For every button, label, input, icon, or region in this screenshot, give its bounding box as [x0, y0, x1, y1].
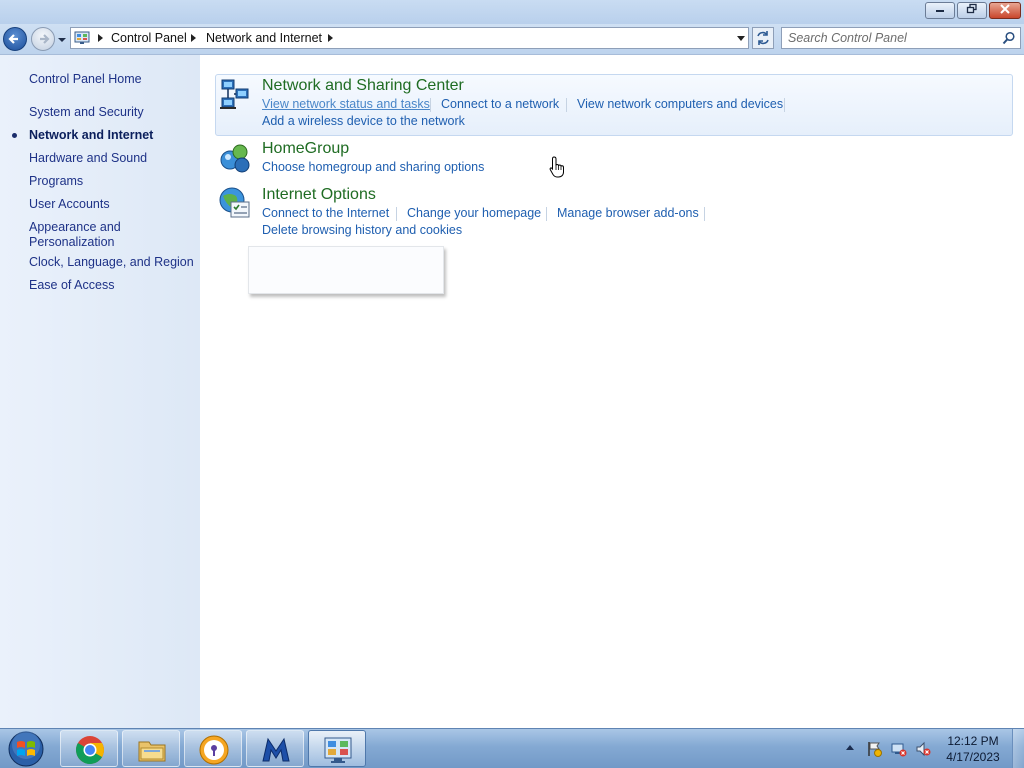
breadcrumb-separator[interactable] [191, 34, 196, 42]
taskbar-password-manager[interactable] [184, 730, 242, 767]
start-button[interactable] [4, 730, 48, 768]
link-separator [704, 207, 705, 221]
manage-addons-link[interactable]: Manage browser add-ons [557, 206, 699, 220]
link-separator [430, 98, 431, 112]
sidebar-item-system-and-security[interactable]: System and Security [29, 105, 144, 120]
current-item-bullet [12, 133, 17, 138]
malwarebytes-icon [262, 737, 290, 762]
volume-muted-icon[interactable] [915, 741, 931, 757]
taskbar-control-panel[interactable] [308, 730, 366, 767]
view-network-status-link[interactable]: View network status and tasks [262, 97, 430, 111]
breadcrumb-separator[interactable] [98, 34, 103, 42]
show-desktop-button[interactable] [1012, 729, 1024, 768]
network-icon[interactable] [891, 741, 907, 757]
link-separator [784, 98, 785, 112]
main-content: Network and Sharing Center View network … [200, 55, 1024, 728]
choose-homegroup-link[interactable]: Choose homegroup and sharing options [262, 160, 484, 174]
sidebar-item-programs[interactable]: Programs [29, 174, 83, 189]
clock-time: 12:12 PM [947, 734, 999, 748]
navigation-bar: Control Panel Network and Internet [0, 24, 1024, 55]
taskbar-chrome[interactable] [60, 730, 118, 767]
sidebar-item-user-accounts[interactable]: User Accounts [29, 197, 110, 212]
forward-button[interactable] [31, 27, 55, 51]
left-navigation-pane: Control Panel Home System and Security N… [0, 55, 200, 728]
sidebar-item-network-and-internet[interactable]: Network and Internet [29, 128, 153, 143]
back-arrow-icon [8, 34, 18, 44]
homegroup-title[interactable]: HomeGroup [262, 140, 349, 158]
control-panel-home-link[interactable]: Control Panel Home [29, 72, 142, 87]
refresh-icon [757, 31, 769, 45]
sidebar-item-personalization[interactable]: Personalization [29, 235, 114, 250]
sidebar-item-ease-of-access[interactable]: Ease of Access [29, 278, 114, 293]
close-icon [1000, 4, 1010, 14]
taskbar-file-explorer[interactable] [122, 730, 180, 767]
password-manager-icon [199, 735, 229, 765]
search-input[interactable] [788, 30, 993, 46]
hand-cursor-icon [549, 156, 564, 178]
change-homepage-link[interactable]: Change your homepage [407, 206, 541, 220]
internet-options-icon[interactable] [218, 186, 252, 220]
search-box[interactable] [781, 27, 1021, 49]
sidebar-item-appearance[interactable]: Appearance and [29, 220, 121, 235]
title-bar [0, 0, 1024, 24]
add-wireless-device-link[interactable]: Add a wireless device to the network [262, 114, 465, 128]
taskbar: 12:12 PM 4/17/2023 [0, 728, 1024, 768]
clock-date: 4/17/2023 [946, 750, 1000, 764]
link-separator [566, 98, 567, 112]
refresh-button[interactable] [752, 27, 774, 49]
flag-icon[interactable] [866, 741, 882, 757]
system-clock[interactable]: 12:12 PM 4/17/2023 [940, 733, 1006, 765]
file-explorer-icon [138, 741, 166, 762]
connect-to-network-link[interactable]: Connect to a network [441, 97, 559, 111]
network-sharing-center-title[interactable]: Network and Sharing Center [262, 77, 464, 95]
homegroup-icon[interactable] [218, 141, 252, 175]
breadcrumb-network-and-internet[interactable]: Network and Internet [206, 31, 322, 45]
minimize-icon [936, 10, 944, 12]
internet-options-title[interactable]: Internet Options [262, 186, 376, 204]
sidebar-item-hardware-and-sound[interactable]: Hardware and Sound [29, 151, 147, 166]
address-bar[interactable]: Control Panel Network and Internet [70, 27, 749, 49]
restore-icon [966, 3, 977, 14]
link-separator [546, 207, 547, 221]
link-separator [396, 207, 397, 221]
recent-pages-button[interactable] [57, 34, 67, 44]
network-sharing-icon[interactable] [218, 77, 252, 111]
minimize-button[interactable] [925, 2, 955, 19]
view-network-computers-link[interactable]: View network computers and devices [577, 97, 783, 111]
restore-button[interactable] [957, 2, 987, 19]
connect-to-internet-link[interactable]: Connect to the Internet [262, 206, 389, 220]
breadcrumb-separator[interactable] [328, 34, 333, 42]
search-icon[interactable] [1002, 31, 1016, 45]
show-hidden-icons-button[interactable] [846, 745, 854, 750]
close-button[interactable] [989, 2, 1021, 19]
control-panel-icon [74, 31, 90, 44]
address-dropdown-icon[interactable] [737, 36, 745, 41]
control-panel-icon [324, 737, 352, 763]
breadcrumb-control-panel[interactable]: Control Panel [111, 31, 187, 45]
delete-browsing-history-link[interactable]: Delete browsing history and cookies [262, 223, 462, 237]
taskbar-malwarebytes[interactable] [246, 730, 304, 767]
tooltip [248, 246, 444, 294]
back-button[interactable] [3, 27, 27, 51]
chevron-down-icon [58, 38, 66, 42]
chrome-icon [76, 736, 104, 764]
sidebar-item-clock-language-region[interactable]: Clock, Language, and Region [29, 255, 194, 270]
forward-arrow-icon [40, 34, 50, 44]
